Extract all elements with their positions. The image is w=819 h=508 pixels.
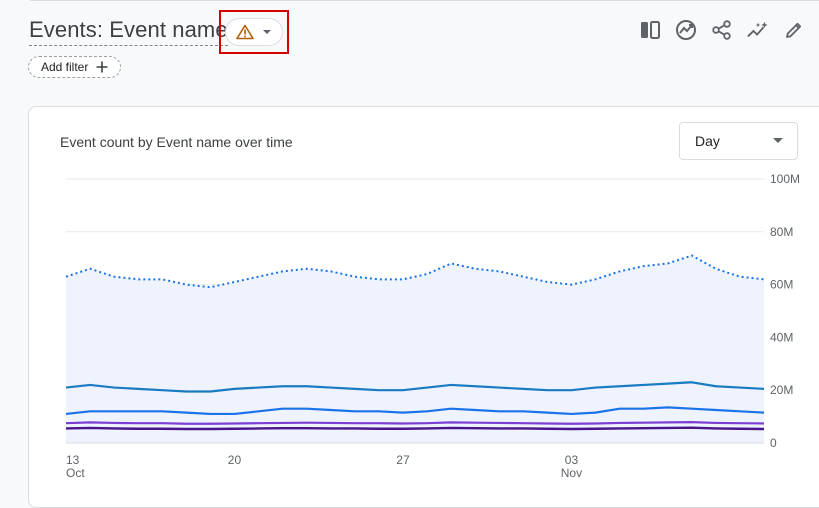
warning-chip-highlight [219, 10, 289, 54]
insights-icon [676, 20, 696, 40]
edit-button[interactable] [783, 16, 805, 44]
share-button[interactable] [711, 16, 733, 44]
y-tick-label: 100M [770, 172, 800, 186]
line-chart: 100M 80M 60M 40M 20M 0 13Oct 20 27 03Nov [65, 172, 800, 480]
warning-dropdown-button[interactable] [225, 18, 283, 46]
trend-sparkle-button[interactable] [747, 16, 769, 44]
x-tick-month-label: Nov [561, 466, 582, 480]
share-icon [712, 20, 731, 40]
x-tick-label: 03 [565, 453, 579, 467]
series-area [66, 255, 764, 443]
y-tick-label: 20M [770, 383, 793, 397]
y-tick-label: 60M [770, 278, 793, 292]
top-divider [30, 0, 819, 1]
x-tick-month-label: Oct [66, 466, 85, 480]
report-toolbar [639, 16, 805, 44]
sparkle-trend-icon [747, 21, 768, 38]
add-filter-label: Add filter [41, 60, 89, 74]
plus-icon [96, 61, 108, 73]
y-tick-label: 0 [770, 436, 777, 450]
series-line [65, 426, 765, 431]
x-tick-label: 20 [228, 453, 242, 467]
caret-down-icon [263, 30, 271, 34]
x-tick-label: 27 [396, 453, 410, 467]
compare-columns-button[interactable] [639, 16, 661, 44]
y-tick-label: 80M [770, 225, 793, 239]
edit-pencil-icon [786, 22, 802, 38]
y-tick-label: 40M [770, 330, 793, 344]
insights-button[interactable] [675, 16, 697, 44]
warning-icon [236, 24, 254, 40]
x-tick-label: 13 [66, 453, 80, 467]
chart-card: Event count by Event name over time Day … [28, 106, 819, 508]
add-filter-button[interactable]: Add filter [28, 56, 122, 78]
page-title[interactable]: Events: Event name [29, 16, 228, 46]
title-row: Events: Event name [29, 16, 228, 46]
series-line [65, 421, 765, 425]
compare-columns-icon [641, 21, 660, 39]
